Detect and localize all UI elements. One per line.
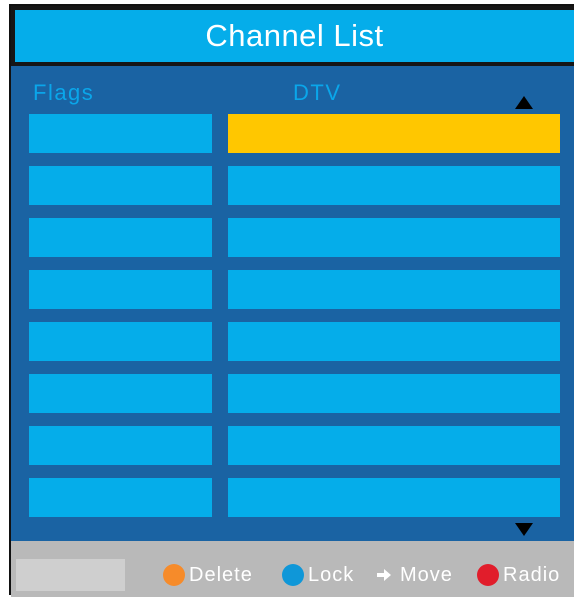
dtv-column-header: DTV (293, 80, 342, 105)
radio-action[interactable]: Radio (477, 561, 560, 589)
move-label: Move (400, 563, 453, 586)
list-item[interactable] (29, 218, 560, 257)
channel-cell[interactable] (228, 166, 560, 205)
delete-label: Delete (189, 563, 253, 586)
footer-bar: Delete Lock Move Radio (11, 541, 574, 597)
channel-cell[interactable] (228, 374, 560, 413)
right-arrow-icon (377, 569, 391, 581)
flag-cell[interactable] (29, 166, 212, 205)
flag-cell[interactable] (29, 322, 212, 361)
flag-cell[interactable] (29, 374, 212, 413)
flag-cell[interactable] (29, 218, 212, 257)
window-title: Channel List (205, 18, 384, 53)
lock-action[interactable]: Lock (282, 561, 354, 589)
title-bar: Channel List (11, 6, 574, 66)
channel-cell[interactable] (228, 322, 560, 361)
radio-label: Radio (503, 563, 561, 586)
lock-label: Lock (308, 563, 355, 586)
move-action[interactable]: Move (376, 561, 453, 589)
flag-cell[interactable] (29, 478, 212, 517)
scroll-up-icon[interactable] (515, 96, 533, 109)
channel-list (29, 114, 560, 530)
list-item[interactable] (29, 426, 560, 465)
channel-cell[interactable] (228, 270, 560, 309)
list-item[interactable] (29, 114, 560, 153)
channel-cell[interactable] (228, 426, 560, 465)
list-item[interactable] (29, 270, 560, 309)
list-item[interactable] (29, 322, 560, 361)
channel-cell[interactable] (228, 218, 560, 257)
flags-column-header: Flags (33, 80, 95, 105)
channel-list-window: Channel List Flags DTV Delete Lock Move … (9, 4, 574, 597)
scroll-down-icon[interactable] (515, 523, 533, 536)
channel-cell-selected[interactable] (228, 114, 560, 153)
delete-action[interactable]: Delete (163, 561, 253, 589)
blue-dot-icon (282, 564, 304, 586)
list-item[interactable] (29, 166, 560, 205)
channel-cell[interactable] (228, 478, 560, 517)
flag-cell[interactable] (29, 114, 212, 153)
flag-cell[interactable] (29, 270, 212, 309)
footer-status-box (16, 559, 125, 591)
red-dot-icon (477, 564, 499, 586)
orange-dot-icon (163, 564, 185, 586)
list-item[interactable] (29, 374, 560, 413)
flag-cell[interactable] (29, 426, 212, 465)
list-item[interactable] (29, 478, 560, 517)
